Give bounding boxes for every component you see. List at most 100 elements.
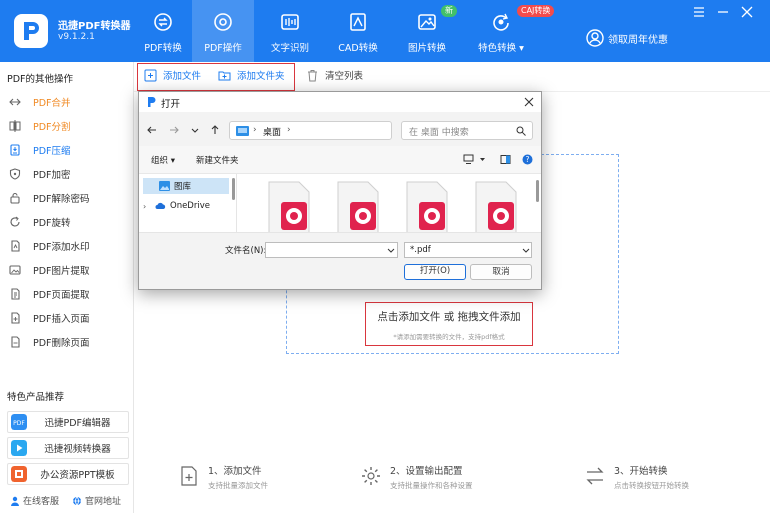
nav-label: 文字识别 xyxy=(270,43,309,54)
page-extract-icon xyxy=(11,288,20,300)
file-type-select[interactable]: *.pdf xyxy=(404,242,532,258)
add-folder-button[interactable]: 添加文件夹 xyxy=(218,67,285,83)
gear-icon xyxy=(362,467,380,485)
step-subtitle: 支持批量添加文件 xyxy=(208,481,268,490)
caj-badge[interactable]: CAJ转换 xyxy=(517,5,555,17)
dialog-close-icon[interactable] xyxy=(523,96,535,108)
page-insert-icon xyxy=(11,312,20,324)
breadcrumb-desktop[interactable]: 桌面 xyxy=(263,125,281,138)
tree-item-onedrive[interactable]: › OneDrive xyxy=(143,198,229,214)
svg-text:?: ? xyxy=(526,155,530,164)
cad-icon xyxy=(350,13,366,31)
preview-pane-icon[interactable] xyxy=(500,154,511,165)
online-service-label: 在线客服 xyxy=(23,497,60,507)
view-dropdown-icon[interactable] xyxy=(477,154,488,165)
sidebar-item-label: PDF加密 xyxy=(33,170,71,181)
nav-ocr[interactable]: 文字识别 xyxy=(259,0,321,62)
product-label: 迅捷PDF编辑器 xyxy=(44,418,111,429)
sidebar-item-label: PDF压缩 xyxy=(33,146,71,157)
sidebar-item-rotate[interactable]: PDF旋转 xyxy=(0,211,133,233)
official-site-label: 官网地址 xyxy=(85,497,122,507)
video-converter-icon xyxy=(11,440,27,456)
sidebar-item-delete-pages[interactable]: PDF删除页面 xyxy=(0,331,133,353)
pdf-file-item[interactable] xyxy=(261,180,317,232)
add-file-icon xyxy=(144,69,157,81)
sidebar-item-watermark[interactable]: PDF添加水印 xyxy=(0,235,133,257)
nav-cad-convert[interactable]: CAD转换 xyxy=(327,0,389,62)
recent-dropdown-icon[interactable] xyxy=(189,124,201,136)
step-add-file: 1、添加文件 支持批量添加文件 xyxy=(178,463,268,493)
ocr-icon xyxy=(281,14,299,30)
search-box[interactable]: 在 桌面 中搜索 xyxy=(401,121,533,140)
step-title: 1、添加文件 xyxy=(208,466,262,477)
view-options-icon[interactable] xyxy=(463,154,474,165)
nav-pdf-operate[interactable]: PDF操作 xyxy=(192,0,254,62)
pdf-file-item[interactable] xyxy=(399,180,455,232)
filename-dropdown-icon[interactable] xyxy=(387,247,395,254)
add-file-button[interactable]: 添加文件 xyxy=(144,67,201,83)
sidebar-item-encrypt[interactable]: PDF加密 xyxy=(0,163,133,185)
pdf-file-item[interactable] xyxy=(468,180,524,232)
tree-item-gallery[interactable]: 图库 xyxy=(143,178,229,194)
up-arrow-icon[interactable] xyxy=(209,124,221,136)
sidebar-item-compress[interactable]: PDF压缩 xyxy=(0,139,133,161)
nav-label: 图片转换 xyxy=(407,43,446,54)
file-list-scrollbar[interactable] xyxy=(536,180,539,202)
online-service-link[interactable]: 在线客服 xyxy=(10,494,59,507)
forward-arrow-icon[interactable] xyxy=(168,124,180,136)
open-button[interactable]: 打开(O) xyxy=(404,264,466,280)
headset-icon xyxy=(11,496,19,506)
step-add-file-icon xyxy=(181,466,197,486)
minimize-icon[interactable] xyxy=(716,5,730,19)
special-icon xyxy=(493,13,509,31)
menu-icon[interactable] xyxy=(692,5,706,19)
nav-pdf-convert[interactable]: PDF转换 xyxy=(132,0,194,62)
promo-link[interactable]: 领取周年优惠 xyxy=(586,28,668,48)
navigation-pane: 图库 › OneDrive xyxy=(139,174,237,232)
dialog-titlebar[interactable]: 打开 xyxy=(139,92,541,112)
filename-row: 文件名(N): *.pdf 打开(O) 取消 xyxy=(139,232,541,289)
step-subtitle: 点击转换按钮开始转换 xyxy=(614,481,689,490)
address-bar[interactable]: › 桌面 › xyxy=(229,121,473,140)
back-arrow-icon[interactable] xyxy=(146,124,158,136)
sidebar-item-merge[interactable]: PDF合并 xyxy=(0,91,133,113)
shield-icon xyxy=(9,168,21,180)
help-icon[interactable]: ? xyxy=(522,154,533,165)
app-version: v9.1.2.1 xyxy=(58,32,95,42)
add-file-label: 添加文件 xyxy=(163,71,202,82)
address-row: › 桌面 › 在 桌面 中搜索 xyxy=(139,112,541,146)
file-type-dropdown-icon xyxy=(522,248,530,253)
drop-prompt[interactable]: 点击添加文件 或 拖拽文件添加 *请添加需要转换的文件，支持pdf格式 xyxy=(365,302,533,346)
app-logo-icon xyxy=(24,22,39,40)
product-ppt-templates[interactable]: 办公资源PPT模板 xyxy=(7,463,129,485)
product-pdf-editor[interactable]: PDF 迅捷PDF编辑器 xyxy=(7,411,129,433)
svg-text:PDF: PDF xyxy=(13,420,25,427)
drop-prompt-sub: *请添加需要转换的文件，支持pdf格式 xyxy=(393,333,505,341)
product-label: 迅捷视频转换器 xyxy=(44,444,111,455)
sidebar-item-label: PDF合并 xyxy=(33,98,71,109)
official-site-link[interactable]: 官网地址 xyxy=(72,494,121,507)
sidebar-item-label: PDF添加水印 xyxy=(33,242,90,253)
sidebar-item-insert-pages[interactable]: PDF插入页面 xyxy=(0,307,133,329)
new-folder-button[interactable]: 新建文件夹 xyxy=(196,154,239,166)
cancel-button[interactable]: 取消 xyxy=(470,264,532,280)
product-video-converter[interactable]: 迅捷视频转换器 xyxy=(7,437,129,459)
desktop-folder-icon xyxy=(236,126,249,136)
sidebar-item-unlock[interactable]: PDF解除密码 xyxy=(0,187,133,209)
sidebar-item-split[interactable]: PDF分割 xyxy=(0,115,133,137)
expand-chevron-icon[interactable]: › xyxy=(143,202,155,211)
trash-icon xyxy=(308,69,317,81)
clear-list-button[interactable]: 清空列表 xyxy=(306,67,363,83)
sidebar-item-extract-images[interactable]: PDF图片提取 xyxy=(0,259,133,281)
tree-item-label: OneDrive xyxy=(170,201,210,211)
pdf-file-item[interactable] xyxy=(330,180,386,232)
sidebar-item-extract-pages[interactable]: PDF页面提取 xyxy=(0,283,133,305)
close-icon[interactable] xyxy=(740,5,754,19)
sidebar-item-label: PDF删除页面 xyxy=(33,338,90,349)
pdf-file-icon xyxy=(268,181,310,232)
top-bar: 迅捷PDF转换器 v9.1.2.1 PDF转换 PDF操作 文字识别 CAD转换… xyxy=(0,0,770,62)
filename-input[interactable] xyxy=(265,242,398,258)
organize-button[interactable]: 组织 ▾ xyxy=(151,154,175,166)
cloud-icon xyxy=(155,202,166,209)
nav-pane-scrollbar[interactable] xyxy=(232,178,235,200)
